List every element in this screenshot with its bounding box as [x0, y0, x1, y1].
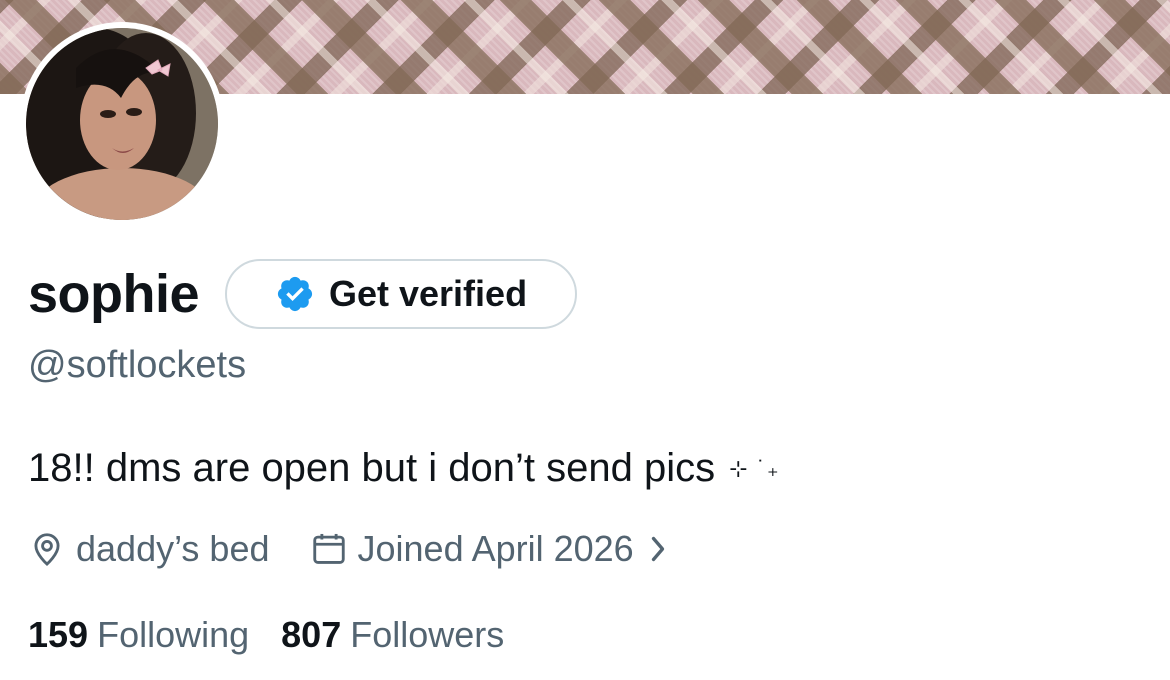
- get-verified-label: Get verified: [328, 273, 528, 314]
- following-count: 159: [28, 614, 89, 655]
- bio-sparkles: ⊹ ˙₊: [729, 455, 781, 481]
- bio-text: 18!! dms are open but i don’t send pics: [28, 446, 716, 490]
- following-label: Following: [97, 614, 250, 655]
- location-text: daddy’s bed: [76, 528, 270, 569]
- name-row: sophie Get verified: [28, 258, 578, 330]
- avatar[interactable]: [20, 22, 224, 226]
- calendar-icon: [312, 533, 345, 564]
- followers-count: 807: [281, 614, 342, 655]
- user-handle: @softlockets: [28, 344, 247, 386]
- location: daddy’s bed: [28, 528, 270, 570]
- get-verified-button[interactable]: Get verified: [225, 259, 578, 329]
- bio: 18!! dms are open but i don’t send pics …: [28, 446, 781, 491]
- avatar-image: [26, 28, 218, 220]
- verified-badge-icon: [277, 276, 313, 312]
- follow-stats: 159 Following 807 Followers: [28, 612, 504, 658]
- joined-date[interactable]: Joined April 2026: [310, 528, 668, 570]
- followers-link[interactable]: 807 Followers: [281, 614, 504, 656]
- joined-text: Joined April 2026: [357, 528, 634, 569]
- profile-meta: daddy’s bed Joined April 2026: [28, 526, 668, 572]
- following-link[interactable]: 159 Following: [28, 614, 249, 656]
- chevron-right-icon: [651, 536, 664, 562]
- location-pin-icon: [34, 533, 60, 566]
- followers-label: Followers: [350, 614, 505, 655]
- display-name: sophie: [28, 264, 200, 324]
